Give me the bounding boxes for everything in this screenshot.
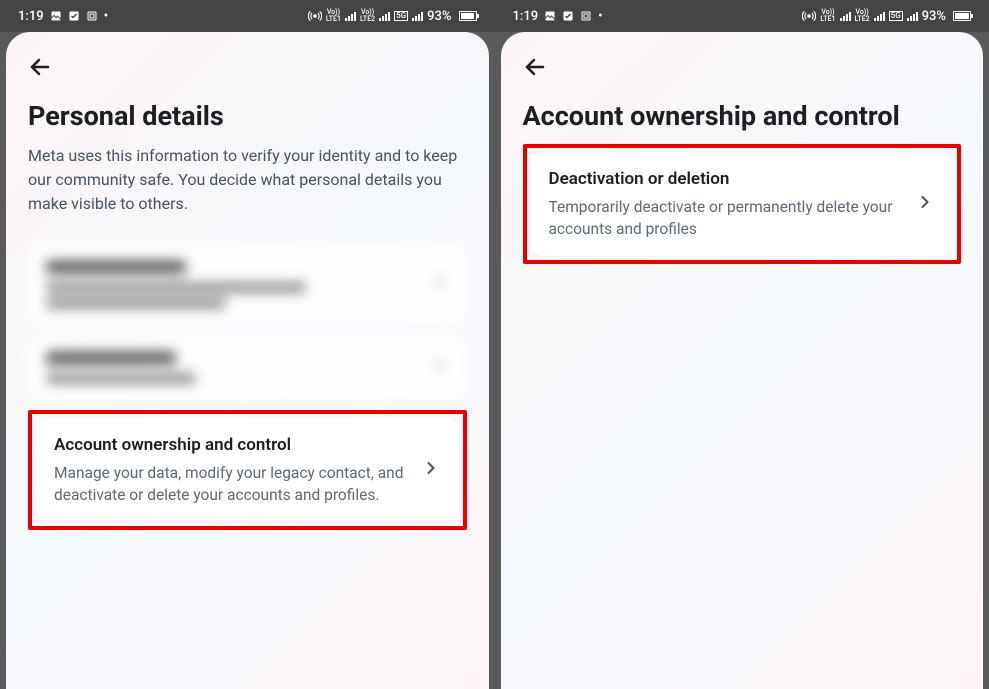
lte1-label: Vo))LTE1 <box>326 9 341 23</box>
chevron-right-icon <box>915 192 935 216</box>
checkbox-icon <box>562 10 574 22</box>
checkbox-icon <box>68 10 80 22</box>
signal-2-icon <box>874 11 885 21</box>
contact-info-card[interactable] <box>28 244 467 325</box>
signal-1-icon <box>840 11 851 21</box>
screenshot-icon <box>580 10 592 22</box>
back-button[interactable] <box>28 52 58 82</box>
more-dot: • <box>598 9 603 24</box>
lte1-label: Vo))LTE1 <box>820 9 835 23</box>
card-subtitle: Manage your data, modify your legacy con… <box>54 462 413 507</box>
status-bar: 1:19 • Vo))LTE1 Vo))LTE2 5G 93% <box>495 0 989 32</box>
chevron-right-icon <box>421 458 441 482</box>
chevron-right-icon <box>431 273 449 295</box>
highlight-account-ownership: Account ownership and control Manage you… <box>28 410 467 531</box>
screenshot-icon <box>86 10 98 22</box>
arrow-left-icon <box>28 55 52 79</box>
chevron-right-icon <box>431 356 449 378</box>
battery-icon <box>459 11 477 21</box>
gallery-icon <box>50 10 62 22</box>
battery-pct: 93% <box>427 9 451 24</box>
page-title: Personal details <box>28 100 467 134</box>
account-ownership-card[interactable]: Account ownership and control Manage you… <box>36 418 459 523</box>
hotspot-icon <box>308 9 322 23</box>
arrow-left-icon <box>523 55 547 79</box>
lte2-label: Vo))LTE2 <box>855 9 870 23</box>
signal-3-icon <box>907 11 918 21</box>
status-bar: 1:19 • Vo))LTE1 Vo))LTE2 5G 93% <box>0 0 495 32</box>
battery-icon <box>953 11 971 21</box>
card-subtitle: Temporarily deactivate or permanently de… <box>549 196 908 241</box>
dob-card[interactable] <box>28 335 467 400</box>
card-title: Deactivation or deletion <box>549 168 908 192</box>
status-time: 1:19 <box>18 9 44 24</box>
highlight-deactivation: Deactivation or deletion Temporarily dea… <box>523 144 962 265</box>
signal-3-icon <box>412 11 423 21</box>
signal-2-icon <box>379 11 390 21</box>
hotspot-icon <box>802 9 816 23</box>
card-title: Account ownership and control <box>54 434 413 458</box>
battery-pct: 93% <box>922 9 946 24</box>
5g-label: 5G <box>889 11 903 21</box>
left-screen: Personal details Meta uses this informat… <box>6 32 489 689</box>
more-dot: • <box>104 9 109 24</box>
left-phone-panel: 1:19 • Vo))LTE1 Vo))LTE2 5G 93% <box>0 0 495 689</box>
lte2-label: Vo))LTE2 <box>360 9 375 23</box>
signal-1-icon <box>345 11 356 21</box>
deactivation-card[interactable]: Deactivation or deletion Temporarily dea… <box>531 152 954 257</box>
gallery-icon <box>544 10 556 22</box>
page-description: Meta uses this information to verify you… <box>28 144 467 216</box>
status-time: 1:19 <box>513 9 539 24</box>
page-title: Account ownership and control <box>523 100 962 134</box>
right-phone-panel: 1:19 • Vo))LTE1 Vo))LTE2 5G 93% <box>495 0 989 689</box>
back-button[interactable] <box>523 52 553 82</box>
right-screen: Account ownership and control Deactivati… <box>501 32 984 689</box>
5g-label: 5G <box>394 11 408 21</box>
